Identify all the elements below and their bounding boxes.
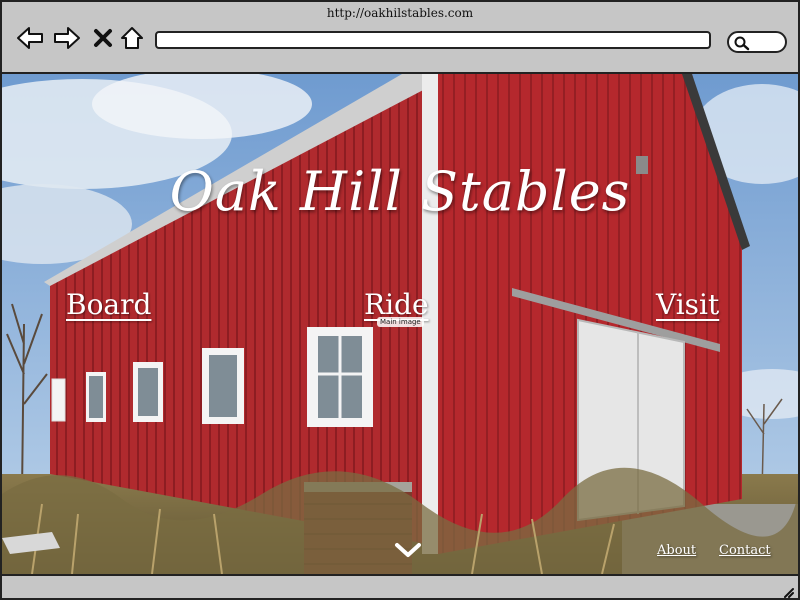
main-image-label: Main image [377,317,424,327]
close-icon[interactable] [89,24,117,52]
browser-toolbar: http://oakhilstables.com [2,2,798,74]
back-arrow-icon[interactable] [16,24,44,52]
forward-arrow-icon[interactable] [53,24,81,52]
chevron-down-icon[interactable] [393,540,423,560]
browser-status-bar [2,574,798,598]
browser-window: http://oakhilstables.com Oak Hill Stable… [0,0,800,600]
footer-link-about[interactable]: About [657,543,696,558]
home-icon[interactable] [118,24,146,52]
page-content: Oak Hill Stables Board Ride Visit Main i… [2,74,798,574]
resize-grip-icon[interactable] [780,583,794,598]
footer-link-contact[interactable]: Contact [719,543,771,558]
page-url: http://oakhilstables.com [326,6,474,20]
search-icon [734,36,750,51]
address-bar-input[interactable] [155,31,711,49]
nav-link-board[interactable]: Board [66,288,151,321]
search-button[interactable] [727,31,787,53]
site-title: Oak Hill Stables [169,160,631,223]
nav-link-visit[interactable]: Visit [656,288,719,321]
